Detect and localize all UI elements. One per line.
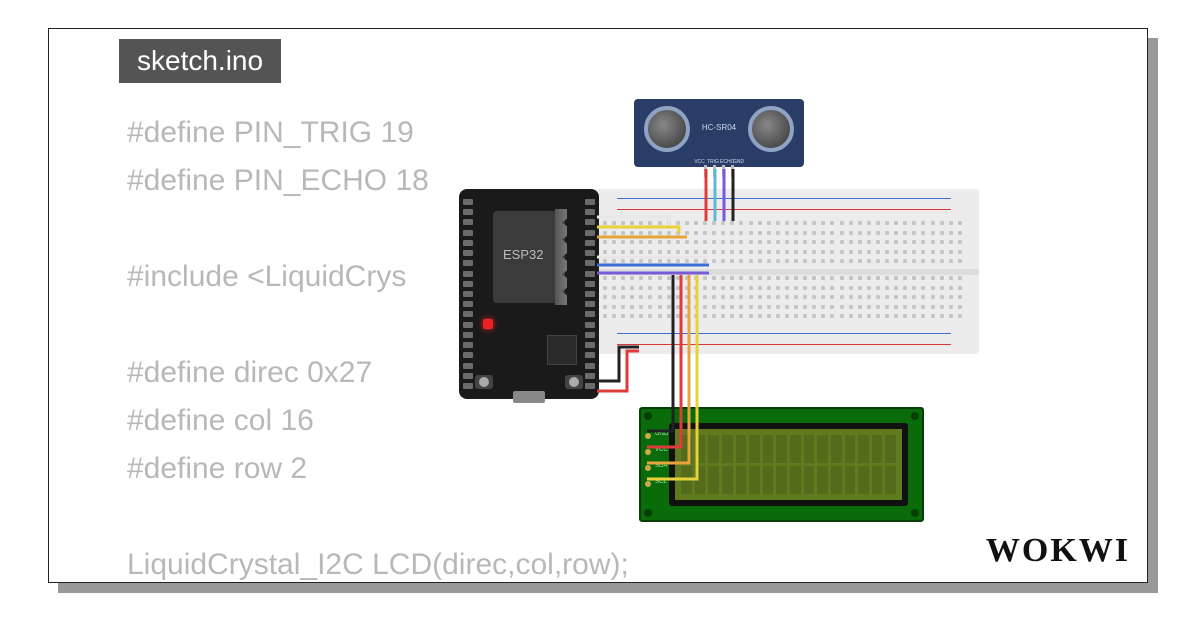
- logo-text: WOKWI: [986, 532, 1130, 569]
- code-line: LiquidCrystal_I2C LCD(direc,col,row);: [127, 548, 629, 581]
- reset-button[interactable]: [475, 375, 493, 389]
- code-line: #define row 2: [127, 452, 307, 485]
- power-rail-top: [599, 195, 969, 213]
- sensor-transducer-icon: [644, 106, 690, 152]
- breadboard[interactable]: [589, 189, 979, 354]
- project-card: sketch.ino #define PIN_TRIG 19 #define P…: [48, 28, 1148, 583]
- boot-button[interactable]: [565, 375, 583, 389]
- header-pins: [585, 199, 595, 389]
- circuit-diagram[interactable]: HC-SR04 VCC TRIG ECHO GND: [459, 99, 1059, 539]
- usb-port-icon: [513, 391, 545, 403]
- code-line: #include <LiquidCrys: [127, 260, 406, 293]
- breadboard-gap: [589, 269, 979, 275]
- code-line: #define direc 0x27: [127, 356, 372, 389]
- code-line: #define PIN_TRIG 19: [127, 116, 414, 149]
- header-pins: [463, 199, 473, 389]
- lcd-screen: [669, 423, 908, 506]
- mcu-label: ESP32: [503, 247, 543, 262]
- code-line: #define col 16: [127, 404, 314, 437]
- sensor-model-label: HC-SR04: [702, 123, 736, 132]
- ultrasonic-sensor[interactable]: HC-SR04 VCC TRIG ECHO GND: [634, 99, 804, 167]
- file-tab[interactable]: sketch.ino: [119, 39, 281, 83]
- power-led-icon: [483, 319, 493, 329]
- wokwi-logo: WOKWI: [986, 532, 1130, 570]
- power-rail-bottom: [599, 330, 969, 348]
- usb-chip-icon: [547, 335, 577, 365]
- breadboard-holes: [603, 276, 965, 322]
- code-line: #define PIN_ECHO 18: [127, 164, 429, 197]
- file-name: sketch.ino: [137, 45, 263, 76]
- sensor-pins: [704, 165, 734, 177]
- esp32-board[interactable]: ESP32: [459, 189, 599, 399]
- breadboard-holes: [603, 221, 965, 267]
- lcd-i2c-pins: [645, 433, 651, 487]
- sensor-transducer-icon: [748, 106, 794, 152]
- lcd-display[interactable]: [639, 407, 924, 522]
